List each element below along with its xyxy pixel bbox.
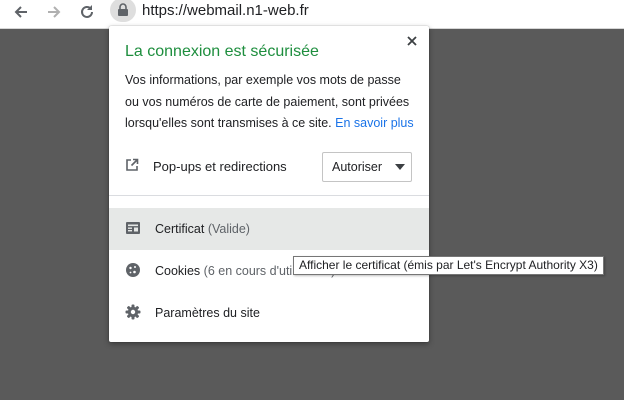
address-bar-url[interactable]: https://webmail.n1-web.fr: [142, 2, 309, 19]
reload-button[interactable]: [76, 0, 98, 24]
close-icon: [407, 36, 417, 46]
site-info-button[interactable]: [110, 0, 136, 22]
certificate-name: Certificat: [155, 222, 205, 236]
external-link-icon: [126, 158, 139, 171]
reload-icon: [81, 5, 93, 18]
cookie-icon: [126, 263, 140, 277]
popups-permission-select[interactable]: Autoriser: [322, 152, 412, 182]
popups-permission-label: Pop-ups et redirections: [153, 159, 287, 174]
close-button[interactable]: [403, 32, 421, 50]
popups-permission-row: Pop-ups et redirections Autoriser: [125, 152, 413, 182]
site-settings-item[interactable]: Paramètres du site: [109, 292, 429, 334]
popups-permission-value: Autoriser: [332, 160, 383, 174]
certificate-icon: [126, 222, 140, 234]
back-button[interactable]: [10, 0, 32, 24]
forward-button[interactable]: [43, 0, 65, 24]
forward-arrow-icon: [48, 6, 61, 18]
section-divider: [109, 195, 429, 196]
certificate-tooltip: Afficher le certificat (émis par Let's E…: [293, 256, 604, 275]
connection-description: Vos informations, par exemple vos mots d…: [125, 70, 415, 135]
gear-icon: [125, 304, 141, 320]
certificate-status: (Valide): [207, 222, 250, 236]
chevron-down-icon: [395, 164, 405, 170]
site-info-popup: La connexion est sécurisée Vos informati…: [109, 26, 429, 342]
cookies-name: Cookies: [155, 264, 201, 278]
certificate-label: Certificat (Valide): [155, 222, 250, 236]
connection-secure-title: La connexion est sécurisée: [125, 43, 319, 60]
learn-more-link[interactable]: En savoir plus: [335, 116, 414, 130]
browser-toolbar: https://webmail.n1-web.fr: [0, 0, 624, 29]
site-settings-label: Paramètres du site: [155, 306, 260, 320]
lock-icon: [118, 3, 128, 16]
back-arrow-icon: [14, 6, 27, 18]
certificate-item[interactable]: Certificat (Valide): [109, 208, 429, 250]
